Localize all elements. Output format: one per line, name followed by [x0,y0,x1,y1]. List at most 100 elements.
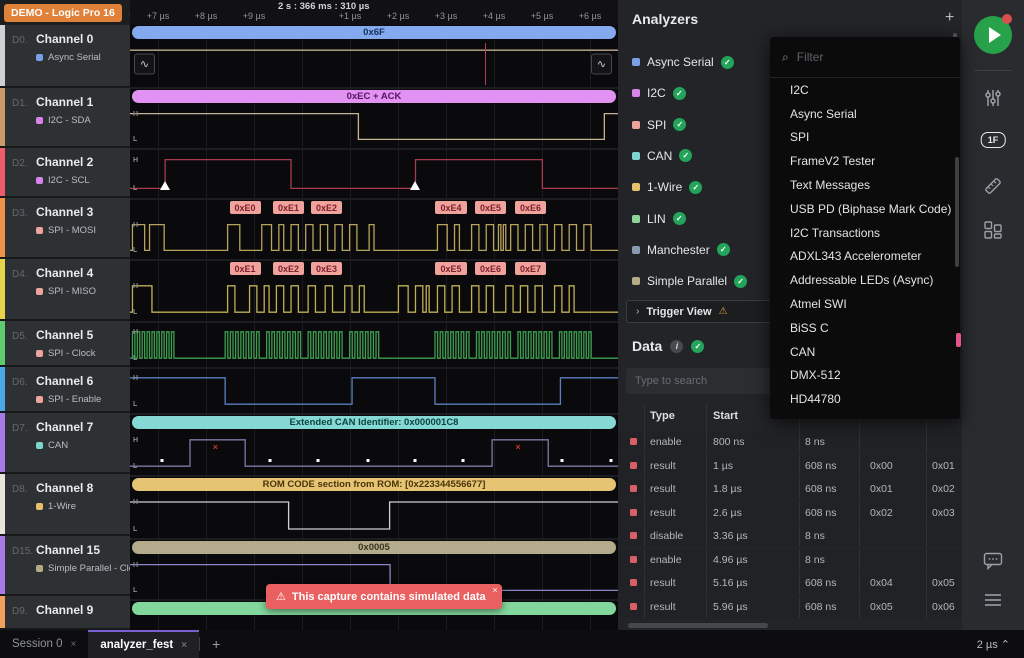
analyzer-enabled-check[interactable]: ✓ [689,181,702,194]
column-header-type[interactable]: Type [650,410,675,422]
close-tab-icon[interactable]: × [71,639,77,650]
waveform-area[interactable]: 2 s : 366 ms : 310 µs +7 µs+8 µs+9 µs+1 … [130,0,618,630]
table-row[interactable]: result1.8 µs608 ns0x010x02 [618,478,962,500]
decode-chip[interactable]: 0xE2 [273,262,304,275]
dropdown-item-hd44780[interactable]: HD44780 [770,387,960,411]
table-row[interactable]: result5.96 µs608 ns0x050x06 [618,596,962,618]
decode-chip[interactable]: 0xE3 [311,262,342,275]
column-separator[interactable] [706,404,707,431]
dropdown-item-addressable-leds-async-[interactable]: Addressable LEDs (Async) [770,268,960,292]
timing-cursor[interactable] [485,43,486,85]
decode-chip[interactable]: 0xE5 [435,262,466,275]
dropdown-item-text-messages[interactable]: Text Messages [770,173,960,197]
info-icon[interactable]: i [670,340,683,353]
filter-input[interactable] [797,50,927,64]
frame-end-glyph[interactable]: ∿ [591,54,612,75]
tab-analyzer-fest[interactable]: analyzer_fest × [88,630,199,658]
dropdown-item-biss-c[interactable]: BiSS C [770,316,960,340]
extensions-icon[interactable] [983,220,1003,240]
waveform-row-channel-0[interactable]: 0x6F ∿ ∿ [130,26,618,89]
frame-format-toggle[interactable]: 1F [981,132,1006,148]
channel-item-channel-0[interactable]: D0. Channel 0 Async Serial [0,25,130,88]
channel-item-channel-2[interactable]: D2. Channel 2 I2C - SCL [0,148,130,198]
analyzer-item-async-serial[interactable]: Async Serial ✓ [632,52,734,72]
dropdown-item-dmx-512[interactable]: DMX-512 [770,364,960,388]
column-separator[interactable] [644,404,645,431]
analyzer-enabled-check[interactable]: ✓ [679,149,692,162]
timeline-ruler[interactable]: 2 s : 366 ms : 310 µs +7 µs+8 µs+9 µs+1 … [130,0,618,25]
analyzer-enabled-check[interactable]: ✓ [673,212,686,225]
analyzer-item-spi[interactable]: SPI ✓ [632,115,686,135]
table-row[interactable]: enable800 ns8 ns [618,431,962,453]
zoom-level-control[interactable]: 2 µs ⌃ [977,638,1024,651]
table-row[interactable]: result1 µs608 ns0x000x01 [618,455,962,477]
dropdown-item-spi[interactable]: SPI [770,126,960,150]
dropdown-item-usb-pd-biphase-mark-code-[interactable]: USB PD (Biphase Mark Code) [770,197,960,221]
decode-annotation-bar[interactable]: 0x0005 [132,541,616,554]
analyzer-enabled-check[interactable]: ✓ [734,275,747,288]
waveform-row-channel-6[interactable]: HL [130,369,618,415]
waveform-row-channel-4[interactable]: 0xE10xE20xE30xE50xE60xE7 HL [130,261,618,323]
table-row[interactable]: result5.16 µs608 ns0x040x05 [618,572,962,594]
analyzer-enabled-check[interactable]: ✓ [721,56,734,69]
waveform-row-channel-2[interactable]: HL [130,150,618,200]
pink-annotation-marker[interactable] [956,333,961,347]
close-tab-icon[interactable]: × [181,640,187,651]
channel-item-channel-15[interactable]: D15. Channel 15 Simple Parallel - Clo... [0,536,130,596]
analyzer-item-i2c[interactable]: I2C ✓ [632,83,686,103]
waveform-row-channel-8[interactable]: ROM CODE section from ROM: [0x2233445566… [130,478,618,540]
decode-annotation-bar[interactable]: ROM CODE section from ROM: [0x2233445566… [132,478,616,491]
frame-start-glyph[interactable]: ∿ [134,54,155,75]
tab-session-0[interactable]: Session 0 × [0,630,88,658]
decode-annotation-bar[interactable]: Extended CAN Identifier: 0x000001C8 [132,416,616,429]
channel-item-channel-8[interactable]: D8. Channel 8 1-Wire [0,474,130,536]
channel-item-channel-1[interactable]: D1. Channel 1 I2C - SDA [0,88,130,148]
dropdown-item-framev2-tester[interactable]: FrameV2 Tester [770,149,960,173]
decode-chip[interactable]: 0xE0 [230,201,261,214]
menu-icon[interactable] [983,592,1003,608]
decode-chip[interactable]: 0xE5 [475,201,506,214]
table-row[interactable]: disable3.36 µs8 ns [618,525,962,547]
capture-settings-icon[interactable] [983,88,1003,108]
data-table[interactable]: TypeStartDurationmosimisoenable800 ns8 n… [618,404,962,630]
table-horizontal-scrollbar[interactable] [628,623,768,628]
demo-device-badge[interactable]: DEMO - Logic Pro 16 [4,4,122,22]
channel-item-channel-7[interactable]: D7. Channel 7 CAN [0,413,130,474]
decode-chip[interactable]: 0xE1 [273,201,304,214]
channel-item-channel-9[interactable]: D9. Channel 9 [0,596,130,630]
dropdown-item-adxl343-accelerometer[interactable]: ADXL343 Accelerometer [770,245,960,269]
table-row[interactable]: enable4.96 µs8 ns [618,549,962,571]
decode-chip[interactable]: 0xE2 [311,201,342,214]
dropdown-item-atmel-swi[interactable]: Atmel SWI [770,292,960,316]
dropdown-item-i2c-transactions[interactable]: I2C Transactions [770,221,960,245]
decode-chip[interactable]: 0xE4 [435,201,466,214]
decode-chip[interactable]: 0xE6 [475,262,506,275]
dropdown-scrollbar[interactable] [955,157,959,267]
analyzer-enabled-check[interactable]: ✓ [673,87,686,100]
dropdown-item-i2c[interactable]: I2C [770,78,960,102]
channel-item-channel-6[interactable]: D6. Channel 6 SPI - Enable [0,367,130,413]
channel-item-channel-3[interactable]: D3. Channel 3 SPI - MOSI [0,198,130,259]
toast-close-icon[interactable]: × [492,585,497,595]
analyzer-item-simple-parallel[interactable]: Simple Parallel ✓ [632,271,747,291]
decode-chip[interactable]: 0xE7 [515,262,546,275]
table-row[interactable]: result2.6 µs608 ns0x020x03 [618,502,962,524]
channel-item-channel-5[interactable]: D5. Channel 5 SPI - Clock [0,321,130,367]
comments-icon[interactable] [983,552,1003,570]
decode-annotation-bar[interactable]: 0x6F [132,26,616,39]
analyzer-item-lin[interactable]: LIN ✓ [632,209,686,229]
analyzer-item-1-wire[interactable]: 1-Wire ✓ [632,177,702,197]
column-header-start[interactable]: Start [713,410,738,422]
analyzer-enabled-check[interactable]: ✓ [673,118,686,131]
analyzer-enabled-check[interactable]: ✓ [717,243,730,256]
measure-ruler-icon[interactable] [983,176,1003,196]
dropdown-item-can[interactable]: CAN [770,340,960,364]
analyzer-item-can[interactable]: CAN ✓ [632,146,692,166]
waveform-row-channel-1[interactable]: 0xEC + ACK HL [130,90,618,150]
dropdown-item-async-serial[interactable]: Async Serial [770,102,960,126]
channel-item-channel-4[interactable]: D4. Channel 4 SPI - MISO [0,259,130,321]
waveform-row-channel-5[interactable]: HL [130,323,618,369]
analyzer-item-manchester[interactable]: Manchester ✓ [632,240,730,260]
decode-chip[interactable]: 0xE1 [230,262,261,275]
waveform-row-channel-7[interactable]: Extended CAN Identifier: 0x000001C8 HL×× [130,416,618,477]
